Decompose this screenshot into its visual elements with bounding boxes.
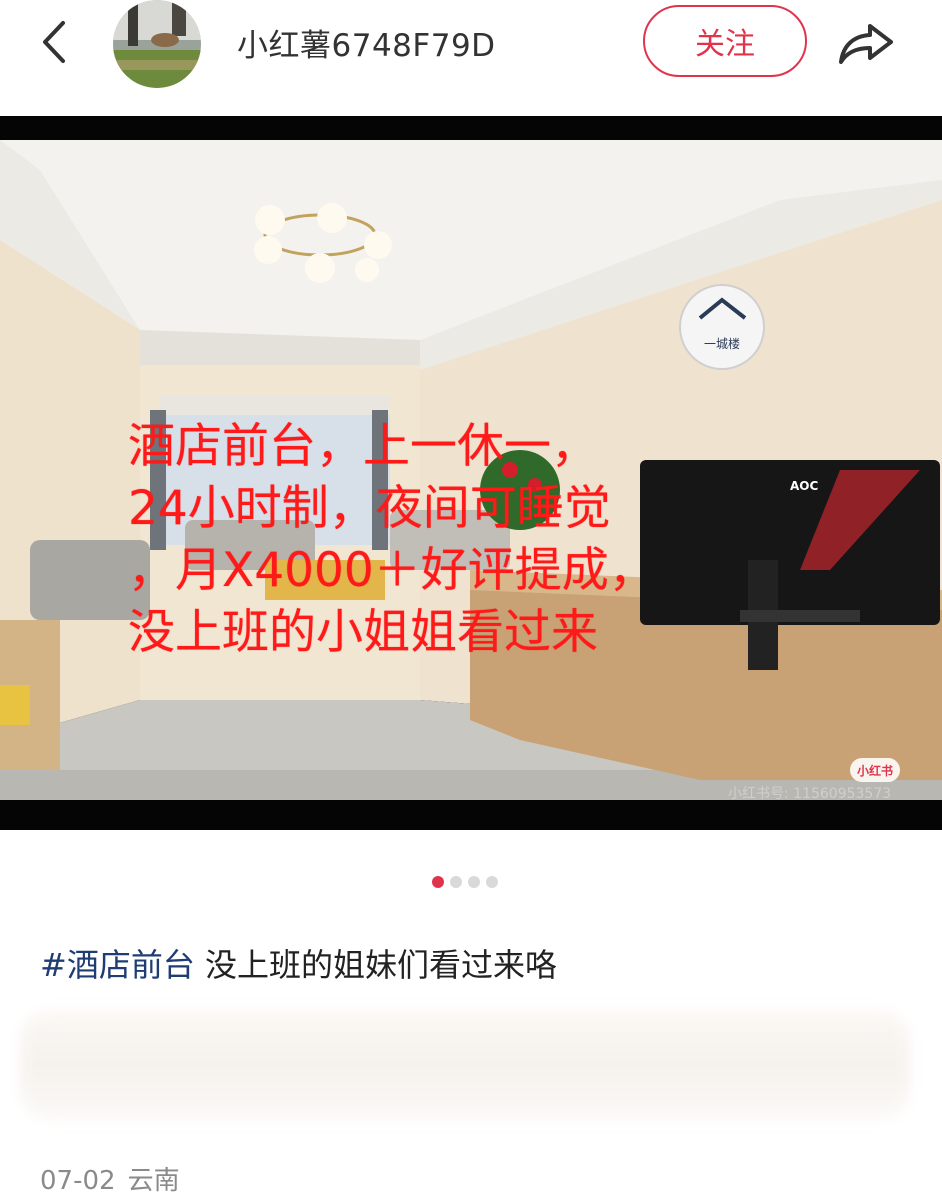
hashtag-link[interactable]: #酒店前台 <box>40 946 195 984</box>
author-avatar[interactable] <box>110 0 204 88</box>
photo-overlay-caption: 酒店前台，上一休一， 24小时制，夜间可睡觉 ，月X4000＋好评提成， 没上班… <box>128 416 828 664</box>
chevron-left-icon <box>43 21 65 63</box>
overlay-line: 酒店前台，上一休一， <box>128 419 598 474</box>
wall-logo-text: 一城楼 <box>704 336 740 351</box>
post-media-carousel[interactable]: 一城楼 AOC 酒店前台，上一休一， 24小时制，夜间可睡觉 ，月X4000＋好… <box>0 116 942 830</box>
pagination-dot-active[interactable] <box>432 876 444 888</box>
post-caption: #酒店前台 没上班的姐妹们看过来咯 <box>40 940 557 986</box>
watermark-id: 小红书号: 11560953573 <box>728 786 892 802</box>
pagination-dot[interactable] <box>450 876 462 888</box>
pagination-dot[interactable] <box>468 876 480 888</box>
overlay-line: ，月X4000＋好评提成， <box>128 543 656 598</box>
back-button[interactable] <box>30 18 78 66</box>
follow-button[interactable]: 关注 <box>643 5 807 77</box>
post-date: 07-02 <box>40 1166 116 1196</box>
pagination-dot[interactable] <box>486 876 498 888</box>
blurred-content <box>20 1010 910 1120</box>
post-meta: 07-02 云南 <box>40 1160 180 1197</box>
overlay-line: 没上班的小姐姐看过来 <box>128 605 598 660</box>
xiaohongshu-watermark-logo: 小红书 <box>850 758 900 782</box>
share-arrow-icon <box>839 24 893 64</box>
post-location: 云南 <box>127 1166 180 1196</box>
caption-text: 没上班的姐妹们看过来咯 <box>205 946 558 984</box>
carousel-pagination <box>432 876 498 888</box>
share-button[interactable] <box>836 18 896 68</box>
post-header: 小红薯6748F79D 关注 <box>0 0 942 116</box>
overlay-line: 24小时制，夜间可睡觉 <box>128 481 611 536</box>
author-username[interactable]: 小红薯6748F79D <box>237 20 496 65</box>
